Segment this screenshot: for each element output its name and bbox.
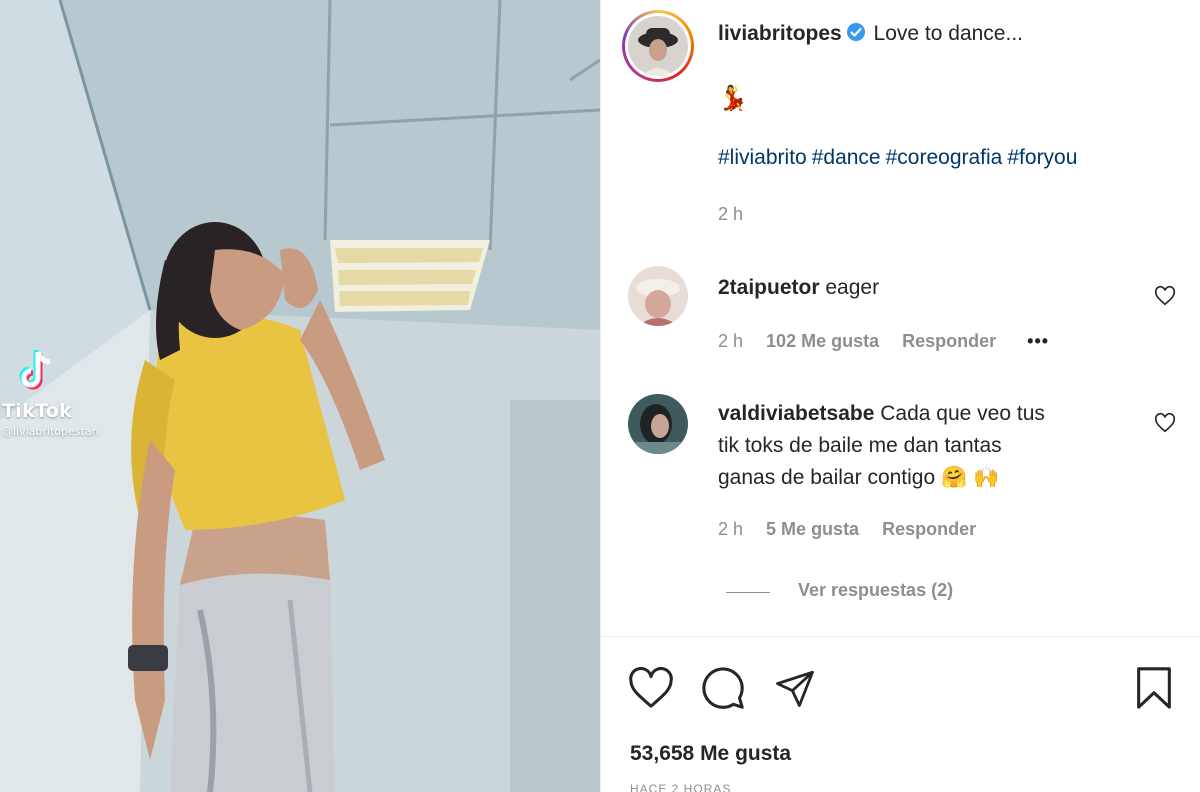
comment-meta: 2 h 102 Me gusta Responder •••	[718, 331, 1049, 352]
more-options-icon[interactable]: •••	[1027, 331, 1049, 351]
comment-like-heart-icon[interactable]	[1154, 412, 1176, 434]
post-timestamp[interactable]: HACE 2 HORAS	[630, 782, 731, 792]
paper-plane-icon[interactable]	[773, 667, 817, 709]
comment-username[interactable]: 2taipuetor	[718, 276, 820, 299]
comment-like-heart-icon[interactable]	[1154, 285, 1176, 307]
view-replies-button[interactable]: Ver respuestas (2)	[798, 580, 953, 601]
comment-bubble-icon[interactable]	[700, 665, 746, 711]
hashtag-link[interactable]: #dance	[812, 146, 881, 169]
comment-item: valdiviabetsabe Cada que veo tus tik tok…	[718, 398, 1045, 494]
post-side-panel	[600, 0, 1200, 792]
comment-likes[interactable]: 102 Me gusta	[766, 331, 879, 351]
comment-item: 2taipuetor eager	[718, 272, 879, 304]
view-replies-divider	[726, 592, 770, 593]
comment-meta: 2 h 5 Me gusta Responder	[718, 519, 976, 540]
comment-body: eager	[825, 276, 880, 299]
caption-time[interactable]: 2 h	[718, 204, 743, 225]
post-caption: liviabritopes Love to dance...	[718, 22, 1023, 46]
hashtag-link[interactable]: #foryou	[1007, 146, 1077, 169]
comment-time[interactable]: 2 h	[718, 519, 743, 539]
comment-time[interactable]: 2 h	[718, 331, 743, 351]
comment-body-line: ganas de bailar contigo 🤗 🙌	[718, 466, 1000, 489]
tiktok-watermark: TikTok	[2, 400, 73, 422]
caption-emoji: 💃	[718, 85, 748, 112]
reply-button[interactable]: Responder	[882, 519, 976, 539]
reply-button[interactable]: Responder	[902, 331, 996, 351]
video-frame	[0, 0, 600, 792]
author-username[interactable]: liviabritopes	[718, 22, 842, 45]
comment-avatar[interactable]	[628, 266, 688, 326]
tiktok-watermark-handle: @liviabritopestan	[2, 425, 99, 438]
comment-username[interactable]: valdiviabetsabe	[718, 402, 874, 425]
bookmark-icon[interactable]	[1134, 665, 1174, 711]
comment-body-line: Cada que veo tus	[880, 402, 1045, 425]
caption-hashtags: #liviabrito #dance #coreografia #foryou	[718, 146, 1082, 170]
comment-avatar-image	[628, 266, 688, 326]
actions-divider	[600, 636, 1200, 637]
post-likes-count[interactable]: 53,658 Me gusta	[630, 742, 791, 766]
post-video[interactable]: TikTok @liviabritopestan	[0, 0, 600, 792]
heart-icon[interactable]	[628, 667, 674, 709]
tiktok-logo-icon	[19, 350, 51, 390]
comment-body-line: tik toks de baile me dan tantas	[718, 434, 1002, 457]
hashtag-link[interactable]: #liviabrito	[718, 146, 807, 169]
caption-text: Love to dance...	[873, 22, 1023, 45]
comment-likes[interactable]: 5 Me gusta	[766, 519, 859, 539]
author-avatar[interactable]	[622, 10, 694, 82]
author-avatar-image	[628, 16, 688, 76]
hashtag-link[interactable]: #coreografia	[886, 146, 1003, 169]
comment-avatar[interactable]	[628, 394, 688, 454]
comment-avatar-image	[628, 394, 688, 454]
verified-badge-icon	[846, 23, 865, 41]
